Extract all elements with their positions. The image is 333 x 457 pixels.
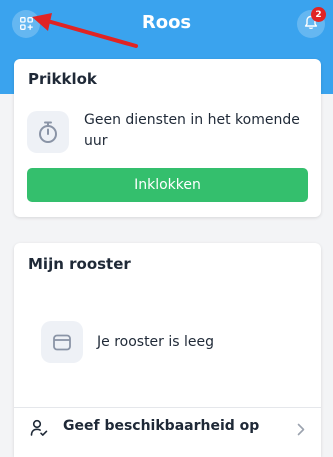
annotation-arrow-icon: [28, 12, 140, 56]
user-check-icon: [30, 419, 48, 441]
schedule-title: Mijn rooster: [28, 255, 131, 273]
no-shifts-message: Geen diensten in het komende uur: [84, 112, 300, 149]
time-clock-card: Prikklok Geen diensten in het komende uu…: [14, 59, 321, 217]
schedule-card: Mijn rooster Je rooster is leeg Geef bes…: [14, 243, 321, 457]
chevron-right-icon: [297, 421, 305, 440]
availability-label: Geef beschikbaarheid op: [63, 418, 260, 434]
time-clock-title: Prikklok: [28, 70, 97, 88]
stopwatch-icon: [27, 111, 69, 153]
availability-row[interactable]: Geef beschikbaarheid op: [14, 408, 321, 448]
notification-badge: 2: [311, 7, 326, 22]
calendar-icon: [41, 321, 83, 363]
empty-schedule-message: Je rooster is leeg: [97, 334, 215, 350]
clock-in-button[interactable]: Inklokken: [27, 168, 308, 202]
